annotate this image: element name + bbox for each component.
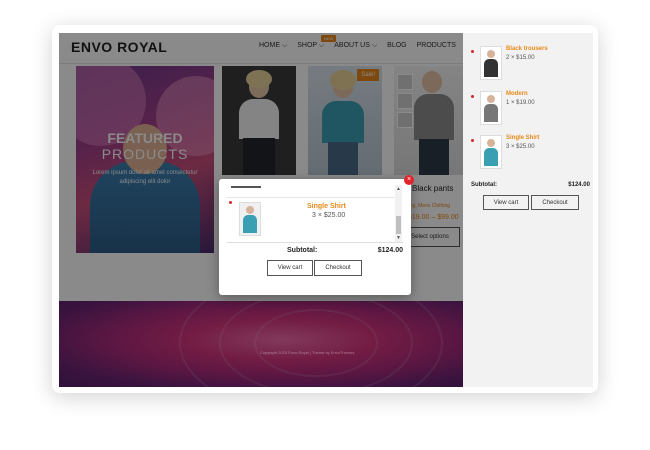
- previous-item-edge: [231, 186, 261, 188]
- footer-copyright: Copyright 2023 Envo Royal | Theme by Env…: [260, 350, 355, 355]
- remove-item-icon[interactable]: [471, 50, 474, 53]
- cart-item-name[interactable]: Modern: [506, 91, 528, 97]
- remove-item-icon[interactable]: [229, 201, 232, 204]
- cart-item-name[interactable]: Black trousers: [506, 46, 548, 52]
- side-cart-item: Black trousers 2 × $15.00: [471, 46, 591, 86]
- popup-scrollbar[interactable]: ▲ ▼: [395, 185, 402, 242]
- remove-item-icon[interactable]: [471, 139, 474, 142]
- close-icon[interactable]: ×: [404, 175, 414, 185]
- cart-item-qty: 2 × $15.00: [506, 55, 535, 61]
- popup-checkout-button[interactable]: Checkout: [314, 260, 362, 276]
- scroll-up-icon[interactable]: ▲: [396, 186, 401, 192]
- mini-cart-popup: Single Shirt 3 × $25.00 ▲ ▼ Subtotal: $1…: [219, 179, 411, 295]
- cart-item-thumbnail[interactable]: [480, 46, 502, 80]
- cart-item-thumbnail[interactable]: [239, 202, 261, 236]
- side-cart-item: Single Shirt 3 × $25.00: [471, 135, 591, 175]
- cart-item-name[interactable]: Single Shirt: [307, 203, 346, 210]
- side-view-cart-button[interactable]: View cart: [483, 195, 529, 210]
- cart-item-qty: 3 × $25.00: [312, 212, 346, 219]
- popup-subtotal-label: Subtotal:: [287, 247, 318, 254]
- scrollbar-thumb[interactable]: [396, 216, 401, 234]
- side-checkout-button[interactable]: Checkout: [531, 195, 579, 210]
- scroll-down-icon[interactable]: ▼: [396, 235, 401, 241]
- cart-item-thumbnail[interactable]: [480, 91, 502, 125]
- side-cart-item: Modern 1 × $19.00: [471, 91, 591, 131]
- item-divider: [227, 197, 395, 198]
- cart-item-qty: 3 × $25.00: [506, 144, 535, 150]
- popup-subtotal-value: $124.00: [377, 247, 403, 254]
- popup-cart-list[interactable]: Single Shirt 3 × $25.00 ▲ ▼: [227, 185, 403, 243]
- cart-item-thumbnail[interactable]: [480, 135, 502, 169]
- remove-item-icon[interactable]: [471, 95, 474, 98]
- side-subtotal-label: Subtotal:: [471, 182, 497, 188]
- side-subtotal-value: $124.00: [568, 182, 590, 188]
- cart-item-qty: 1 × $19.00: [506, 100, 535, 106]
- side-mini-cart: Black trousers 2 × $15.00 Modern 1 × $19…: [463, 33, 593, 387]
- cart-item-name[interactable]: Single Shirt: [506, 135, 539, 141]
- popup-view-cart-button[interactable]: View cart: [267, 260, 313, 276]
